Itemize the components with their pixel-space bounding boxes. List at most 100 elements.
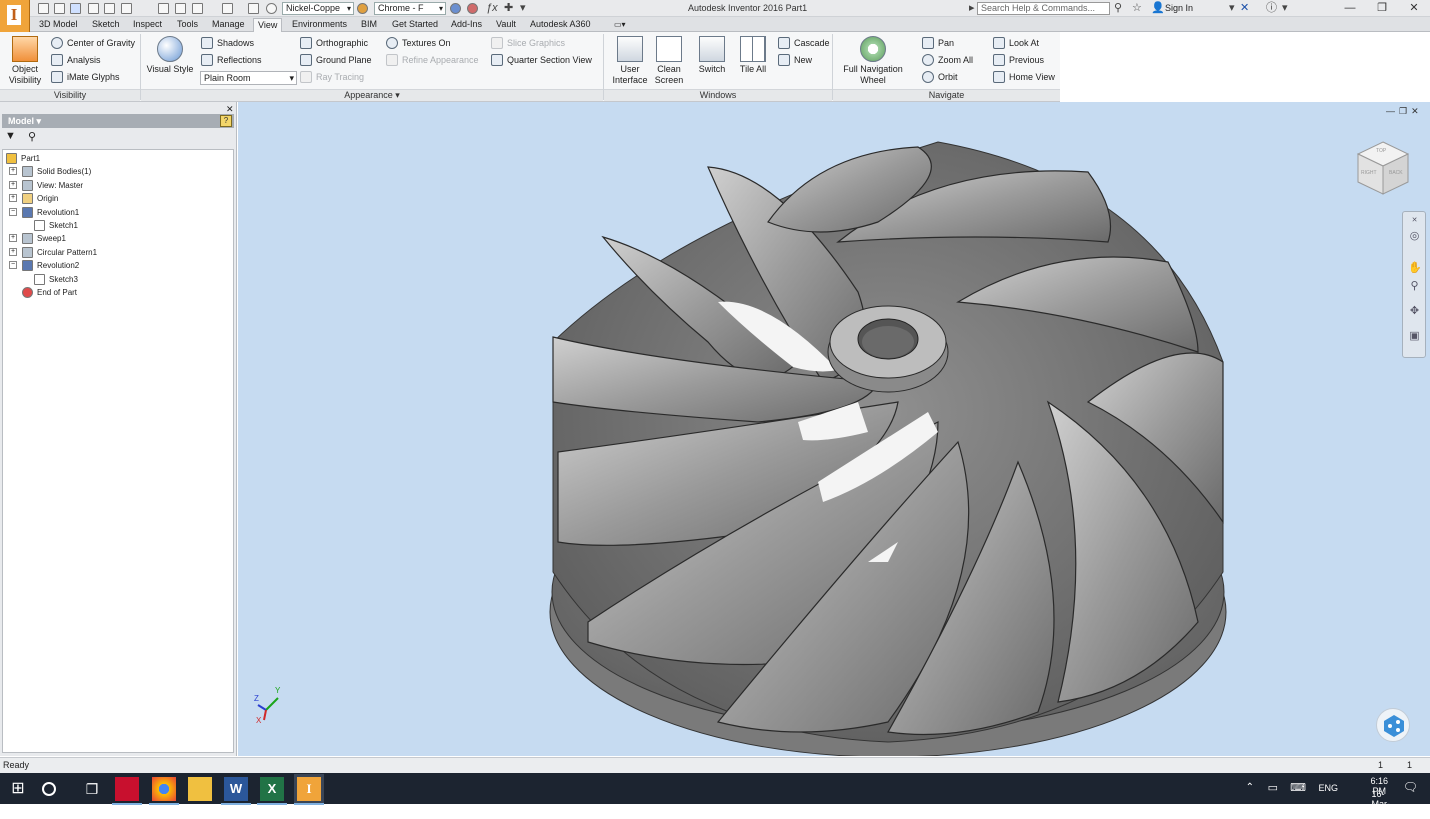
measure-icon[interactable] <box>248 3 259 14</box>
network-icon[interactable]: ▭ <box>1268 781 1278 794</box>
find-icon[interactable]: ⚲ <box>28 130 36 143</box>
start-windows-icon[interactable]: ⊞ <box>6 777 30 801</box>
navbar-close-icon[interactable]: ✕ <box>1408 214 1421 227</box>
open-file-icon[interactable] <box>54 3 65 14</box>
tab-autodesk-a360[interactable]: Autodesk A360 <box>526 18 595 32</box>
object-visibility-button[interactable]: Object Visibility <box>4 36 46 86</box>
binoculars-icon[interactable]: ⚲ <box>1114 2 1122 15</box>
look-at-button[interactable]: Look At <box>993 36 1039 50</box>
pan-hand-icon[interactable]: ✋ <box>1408 262 1422 275</box>
help-search-input[interactable]: Search Help & Commands... <box>977 2 1110 15</box>
file-explorer-taskbar-icon[interactable] <box>188 777 212 801</box>
tab-vault[interactable]: Vault <box>492 18 520 32</box>
slice-graphics-button[interactable]: Slice Graphics <box>491 36 565 50</box>
analysis-button[interactable]: Analysis <box>51 53 101 67</box>
switch-button[interactable]: Switch <box>693 36 731 75</box>
user-interface-button[interactable]: User Interface <box>611 36 649 86</box>
textures-on-button[interactable]: Textures On <box>386 36 451 50</box>
appearance-dropdown[interactable]: Chrome - F <box>374 2 446 15</box>
notifications-icon[interactable]: 🗨 <box>1403 780 1418 794</box>
clock-date[interactable]: 16-Mar-17 <box>1372 789 1391 819</box>
viewcube-top-label[interactable]: TOP <box>1376 148 1386 154</box>
viewcube-back-label[interactable]: BACK <box>1389 170 1403 176</box>
material-dropdown[interactable]: Nickel-Coppe <box>282 2 354 15</box>
tab-add-ins[interactable]: Add-Ins <box>447 18 486 32</box>
chrome-taskbar-icon[interactable] <box>149 777 179 805</box>
tab-options-icon[interactable]: ▭▾ <box>610 18 630 32</box>
pan-button[interactable]: Pan <box>922 36 954 50</box>
function-icon[interactable]: ƒx <box>486 2 498 15</box>
application-menu-button[interactable]: I <box>0 0 30 32</box>
save-icon[interactable] <box>70 3 81 14</box>
tab-bim[interactable]: BIM <box>357 18 381 32</box>
full-navigation-wheel-button[interactable]: Full Navigation Wheel <box>838 36 908 86</box>
undo-icon[interactable] <box>88 3 99 14</box>
tree-expander-icon[interactable]: − <box>9 207 17 216</box>
browser-help-icon[interactable]: ? <box>220 115 232 127</box>
viewport-close-icon[interactable]: ✕ <box>1411 106 1423 116</box>
home-icon[interactable] <box>158 3 169 14</box>
keyboard-icon[interactable]: ⌨ <box>1290 781 1306 794</box>
tab-3d-model[interactable]: 3D Model <box>35 18 82 32</box>
tab-tools[interactable]: Tools <box>173 18 202 32</box>
share-view-button[interactable] <box>1376 708 1410 742</box>
browser-header[interactable]: Model ▾ <box>2 114 234 128</box>
restore-icon[interactable]: ❐ <box>1366 0 1398 17</box>
select-icon[interactable] <box>175 3 186 14</box>
return-icon[interactable] <box>192 3 203 14</box>
viewport-minimize-icon[interactable]: — <box>1386 106 1399 116</box>
sign-in-dropdown-icon[interactable]: ▾ <box>1229 2 1235 15</box>
update-icon[interactable] <box>222 3 233 14</box>
refine-appearance-button[interactable]: Refine Appearance <box>386 53 479 67</box>
cascade-button[interactable]: Cascade <box>778 36 830 50</box>
graphics-viewport[interactable]: Y Z X <box>238 102 1430 758</box>
center-of-gravity-button[interactable]: Center of Gravity <box>51 36 135 50</box>
tree-expander-icon[interactable]: + <box>9 194 17 203</box>
cortana-search-icon[interactable] <box>42 782 56 796</box>
quarter-section-view-button[interactable]: Quarter Section View <box>491 53 592 67</box>
look-at-navbar-icon[interactable]: ▣ <box>1408 330 1421 343</box>
tree-expander-icon[interactable]: + <box>9 247 17 256</box>
viewcube[interactable]: TOP RIGHT BACK <box>1356 140 1410 198</box>
home-view-button[interactable]: Home View <box>993 70 1055 84</box>
word-taskbar-icon[interactable]: W <box>221 777 251 805</box>
language-indicator[interactable]: ENG <box>1318 783 1338 793</box>
viewcube-right-label[interactable]: RIGHT <box>1361 170 1377 176</box>
adjust-icon[interactable] <box>450 3 461 14</box>
help-dropdown-icon[interactable]: ▾ <box>1282 2 1288 15</box>
ground-plane-button[interactable]: Ground Plane <box>300 53 372 67</box>
tree-expander-icon[interactable]: + <box>9 180 17 189</box>
new-file-icon[interactable] <box>38 3 49 14</box>
tree-expander-icon[interactable]: + <box>9 167 17 176</box>
visual-style-button[interactable]: Visual Style <box>145 36 195 75</box>
add-icon[interactable]: ✚ <box>504 2 513 15</box>
tree-expander-icon[interactable]: − <box>9 261 17 270</box>
clean-screen-button[interactable]: Clean Screen <box>650 36 688 86</box>
tree-expander-icon[interactable]: + <box>9 234 17 243</box>
task-view-icon[interactable]: ❐ <box>80 777 104 801</box>
tab-view[interactable]: View <box>253 18 283 32</box>
tab-environments[interactable]: Environments <box>288 18 351 32</box>
tile-all-button[interactable]: Tile All <box>734 36 772 75</box>
orbit-navbar-icon[interactable]: ✥ <box>1408 305 1421 318</box>
help-icon[interactable]: ⓘ <box>1266 2 1277 15</box>
zoom-all-button[interactable]: Zoom All <box>922 53 973 67</box>
exchange-icon[interactable]: ✕ <box>1240 2 1249 15</box>
orthographic-button[interactable]: Orthographic <box>300 36 368 50</box>
close-icon[interactable]: ✕ <box>1398 0 1430 17</box>
customize-icon[interactable]: ▾ <box>520 2 526 15</box>
tab-sketch[interactable]: Sketch <box>88 18 124 32</box>
tab-get-started[interactable]: Get Started <box>388 18 442 32</box>
zoom-magnifier-icon[interactable]: ⚲ <box>1408 280 1421 293</box>
print-icon[interactable] <box>121 3 132 14</box>
star-icon[interactable]: ☆ <box>1132 2 1142 15</box>
redo-icon[interactable] <box>104 3 115 14</box>
shadows-button[interactable]: Shadows <box>201 36 254 50</box>
imate-glyphs-button[interactable]: iMate Glyphs <box>51 70 120 84</box>
sign-in-button[interactable]: Sign In <box>1165 3 1193 13</box>
expand-search-icon[interactable]: ▸ <box>969 2 975 15</box>
ray-tracing-button[interactable]: Ray Tracing <box>300 70 364 84</box>
autocad-taskbar-icon[interactable] <box>112 777 142 805</box>
tab-manage[interactable]: Manage <box>208 18 249 32</box>
new-window-button[interactable]: New <box>778 53 812 67</box>
